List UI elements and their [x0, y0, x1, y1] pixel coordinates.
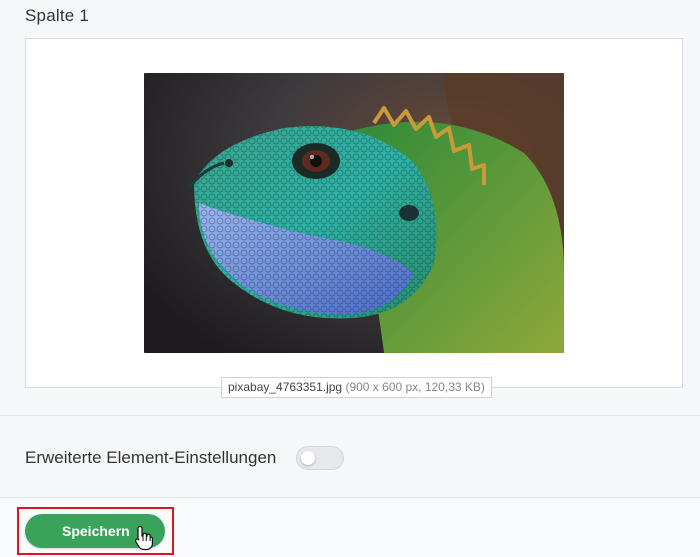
toggle-knob [301, 451, 315, 465]
save-button[interactable]: Speichern [25, 514, 165, 548]
advanced-settings-label: Erweiterte Element-Einstellungen [25, 448, 277, 467]
advanced-settings-toggle[interactable] [296, 446, 344, 470]
column-title: Spalte 1 [25, 6, 89, 25]
image-file-meta: (900 x 600 px, 120,33 KB) [345, 380, 485, 394]
advanced-settings-row: Erweiterte Element-Einstellungen [0, 417, 700, 498]
image-file-info: pixabay_4763351.jpg (900 x 600 px, 120,3… [221, 377, 492, 398]
image-frame[interactable] [25, 38, 683, 388]
actions-bar: Speichern [0, 499, 700, 557]
save-button-label: Speichern [62, 523, 130, 539]
iguana-image[interactable] [144, 73, 564, 353]
image-file-name: pixabay_4763351.jpg [228, 380, 343, 394]
column-section: Spalte 1 pixabay_4763351.jpg (900 x 600 … [0, 0, 700, 416]
